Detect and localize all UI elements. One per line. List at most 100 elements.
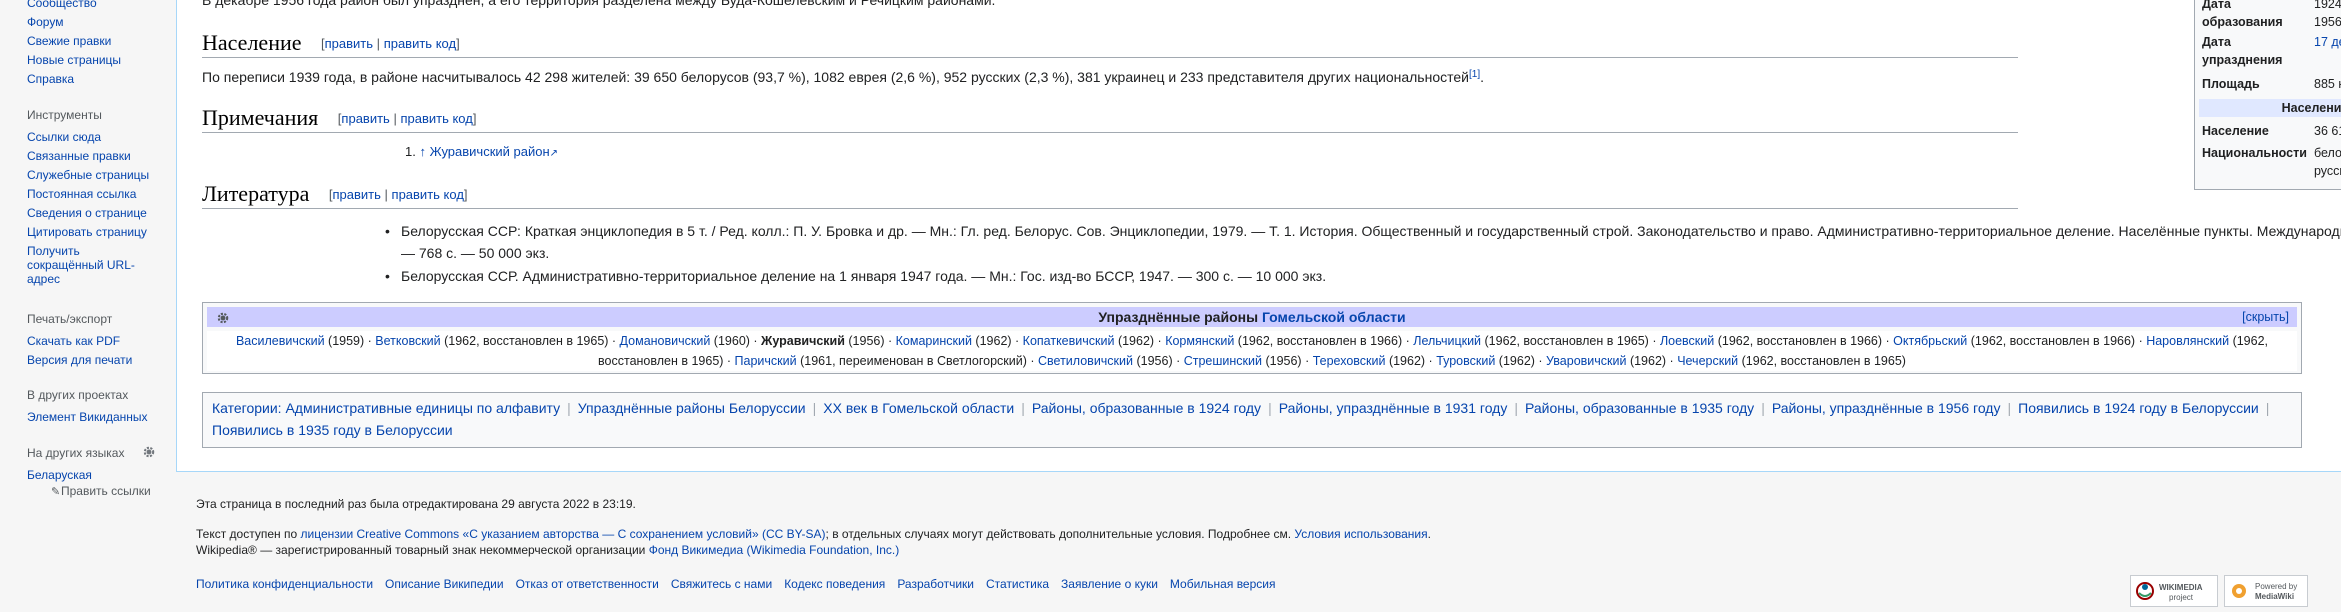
navbox-line: Василевичский (1959) · Ветковский (1962,… — [207, 331, 2297, 351]
sidebar-item-wikidata[interactable]: Элемент Викиданных — [27, 410, 169, 424]
footer-link[interactable]: Заявление о куки — [1061, 577, 1158, 591]
navbox-district-link[interactable]: Чечерский — [1677, 354, 1738, 368]
backlink-arrow[interactable]: ↑ — [419, 144, 426, 159]
category-link[interactable]: Появились в 1924 году в Белоруссии — [2018, 400, 2259, 416]
category-link[interactable]: Районы, образованные в 1924 году — [1032, 400, 1261, 416]
sidebar-item-page-info[interactable]: Сведения о странице — [27, 206, 169, 220]
navbox-separator: · — [1154, 334, 1166, 348]
sidebar-item-new-pages[interactable]: Новые страницы — [27, 53, 169, 67]
edit-link[interactable]: править — [332, 187, 380, 202]
navbox-district-link[interactable]: Стрешинский — [1184, 354, 1262, 368]
sidebar-print-heading: Печать/экспорт — [27, 312, 113, 326]
sidebar-item-permalink[interactable]: Постоянная ссылка — [27, 187, 169, 201]
category-link[interactable]: Появились в 1935 году в Белоруссии — [212, 422, 453, 438]
edit-source-link[interactable]: править код — [384, 36, 456, 51]
edit-source-link[interactable]: править код — [400, 111, 472, 126]
edit-interlanguage-links[interactable]: ✎Править ссылки — [51, 484, 169, 498]
navbox-district-note: (1962) — [971, 334, 1012, 348]
navbox-district-link[interactable]: Паричский — [735, 354, 797, 368]
navbox-district-link[interactable]: Наровлянский — [2146, 334, 2229, 348]
wmf-link[interactable]: Фонд Викимедиа (Wikimedia Foundation, In… — [649, 543, 900, 557]
edit-link[interactable]: править — [341, 111, 389, 126]
category-link[interactable]: Районы, упразднённые в 1956 году — [1772, 400, 2001, 416]
edit-source-link[interactable]: править код — [392, 187, 464, 202]
sidebar-item-recent-changes[interactable]: Свежие правки — [27, 34, 169, 48]
navbox-separator: · — [2135, 334, 2147, 348]
sidebar-item-download-pdf[interactable]: Скачать как PDF — [27, 334, 169, 348]
section-edit-links: [править | править код] — [321, 36, 460, 51]
navbox-district-note: (1962) — [1114, 334, 1155, 348]
navbox-district-link[interactable]: Октябрьский — [1893, 334, 1967, 348]
footer-link[interactable]: Разработчики — [897, 577, 974, 591]
infobox-value-link[interactable]: 17 декабря 1956 — [2314, 33, 2341, 51]
footer-link[interactable]: Политика конфиденциальности — [196, 577, 373, 591]
navbox-district-link[interactable]: Туровский — [1436, 354, 1495, 368]
sidebar-item-help[interactable]: Справка — [27, 72, 169, 86]
category-link[interactable]: Упразднённые районы Белоруссии — [578, 400, 806, 416]
navbox-district-note: (1959) — [324, 334, 365, 348]
main-content: В декабре 1956 года район был упразднён,… — [176, 0, 2341, 472]
footer-license: Текст доступен по лицензии Creative Comm… — [196, 526, 1431, 542]
navbox-district-link[interactable]: Копаткевичский — [1023, 334, 1115, 348]
sidebar-item-lang-be[interactable]: Беларуская — [27, 468, 169, 482]
category-separator: | — [1761, 400, 1765, 416]
license-link[interactable]: лицензии Creative Commons «С указанием а… — [301, 527, 826, 541]
reference-link[interactable]: [1] — [1469, 69, 1480, 80]
navbox-title-link[interactable]: Гомельской области — [1262, 309, 1406, 325]
section-heading-literature: Литература [править | править код] — [202, 180, 2018, 209]
category-separator: | — [1021, 400, 1025, 416]
navbox-separator: · — [1026, 354, 1039, 368]
mediawiki-badge[interactable]: Powered by MediaWiki — [2224, 575, 2308, 607]
categories-label-link[interactable]: Категории: — [212, 400, 282, 416]
category-link[interactable]: Районы, образованные в 1935 году — [1525, 400, 1754, 416]
navbox-district-link: Журавичский — [761, 334, 845, 348]
terms-link[interactable]: Условия использования — [1294, 527, 1427, 541]
navbox-title-text: Упразднённые районы — [1098, 309, 1262, 325]
gear-icon[interactable] — [216, 311, 230, 325]
sidebar-item-special-pages[interactable]: Служебные страницы — [27, 168, 169, 182]
wikimedia-logo-icon — [2136, 582, 2154, 600]
infobox-label: Площадь — [2202, 77, 2260, 91]
literature-item: Белорусская ССР: Краткая энциклопедия в … — [385, 220, 2341, 264]
footer-link[interactable]: Описание Википедии — [385, 577, 504, 591]
category-link[interactable]: Районы, упразднённые в 1931 году — [1279, 400, 1508, 416]
gear-icon[interactable] — [142, 445, 156, 459]
category-separator: | — [812, 400, 817, 416]
navbox-list: Василевичский (1959) · Ветковский (1962,… — [207, 331, 2297, 371]
category-link[interactable]: Административные единицы по алфавиту — [285, 400, 560, 416]
sidebar-tools-group: Инструменты Ссылки сюда Связанные правки… — [27, 108, 169, 286]
badge-text: MediaWiki — [2255, 592, 2295, 601]
navbox-district-link[interactable]: Тереховский — [1313, 354, 1386, 368]
bracket-close: ] — [472, 111, 477, 126]
section-heading-population: Население [править | править код] — [202, 29, 2018, 58]
sidebar-item-related-changes[interactable]: Связанные правки — [27, 149, 169, 163]
sidebar-item-short-url[interactable]: Получить сокращённый URL-адрес — [27, 244, 137, 286]
edit-link[interactable]: править — [325, 36, 373, 51]
sidebar-item-printable[interactable]: Версия для печати — [27, 353, 169, 367]
navbox-district-link[interactable]: Кормянский — [1165, 334, 1234, 348]
navbox-line: восстановлен в 1965) · Паричский (1961, … — [207, 351, 2297, 371]
navbox-district-link[interactable]: Комаринский — [896, 334, 972, 348]
footer-link[interactable]: Отказ от ответственности — [516, 577, 659, 591]
reference-external-link[interactable]: Журавичский район — [430, 144, 550, 159]
sidebar-item-community[interactable]: Сообщество — [27, 0, 169, 10]
footer-link[interactable]: Мобильная версия — [1170, 577, 1276, 591]
footer-link[interactable]: Кодекс поведения — [784, 577, 885, 591]
footer-link[interactable]: Статистика — [986, 577, 1049, 591]
footer-link[interactable]: Свяжитесь с нами — [671, 577, 772, 591]
navbox-district-link[interactable]: Светиловичский — [1038, 354, 1133, 368]
navbox-district-link[interactable]: Василевичский — [236, 334, 325, 348]
wikimedia-badge[interactable]: WIKIMEDIA project — [2130, 575, 2218, 607]
navbox-district-link[interactable]: Ветковский — [375, 334, 440, 348]
navbox-district-link[interactable]: Уваровичский — [1546, 354, 1626, 368]
navbox-district-link[interactable]: Лельчицкий — [1413, 334, 1481, 348]
sidebar-item-whatlinkshere[interactable]: Ссылки сюда — [27, 130, 169, 144]
section-edit-links: [править | править код] — [329, 187, 468, 202]
navbox-hide-toggle[interactable]: [скрыть] — [2242, 307, 2289, 327]
sidebar-item-cite[interactable]: Цитировать страницу — [27, 225, 169, 239]
category-link[interactable]: XX век в Гомельской области — [823, 400, 1014, 416]
sidebar-item-forum[interactable]: Форум — [27, 15, 169, 29]
sidebar-projects-heading: В других проектах — [27, 388, 129, 402]
navbox-district-link[interactable]: Домановичский — [620, 334, 711, 348]
navbox-district-link[interactable]: Лоевский — [1660, 334, 1714, 348]
